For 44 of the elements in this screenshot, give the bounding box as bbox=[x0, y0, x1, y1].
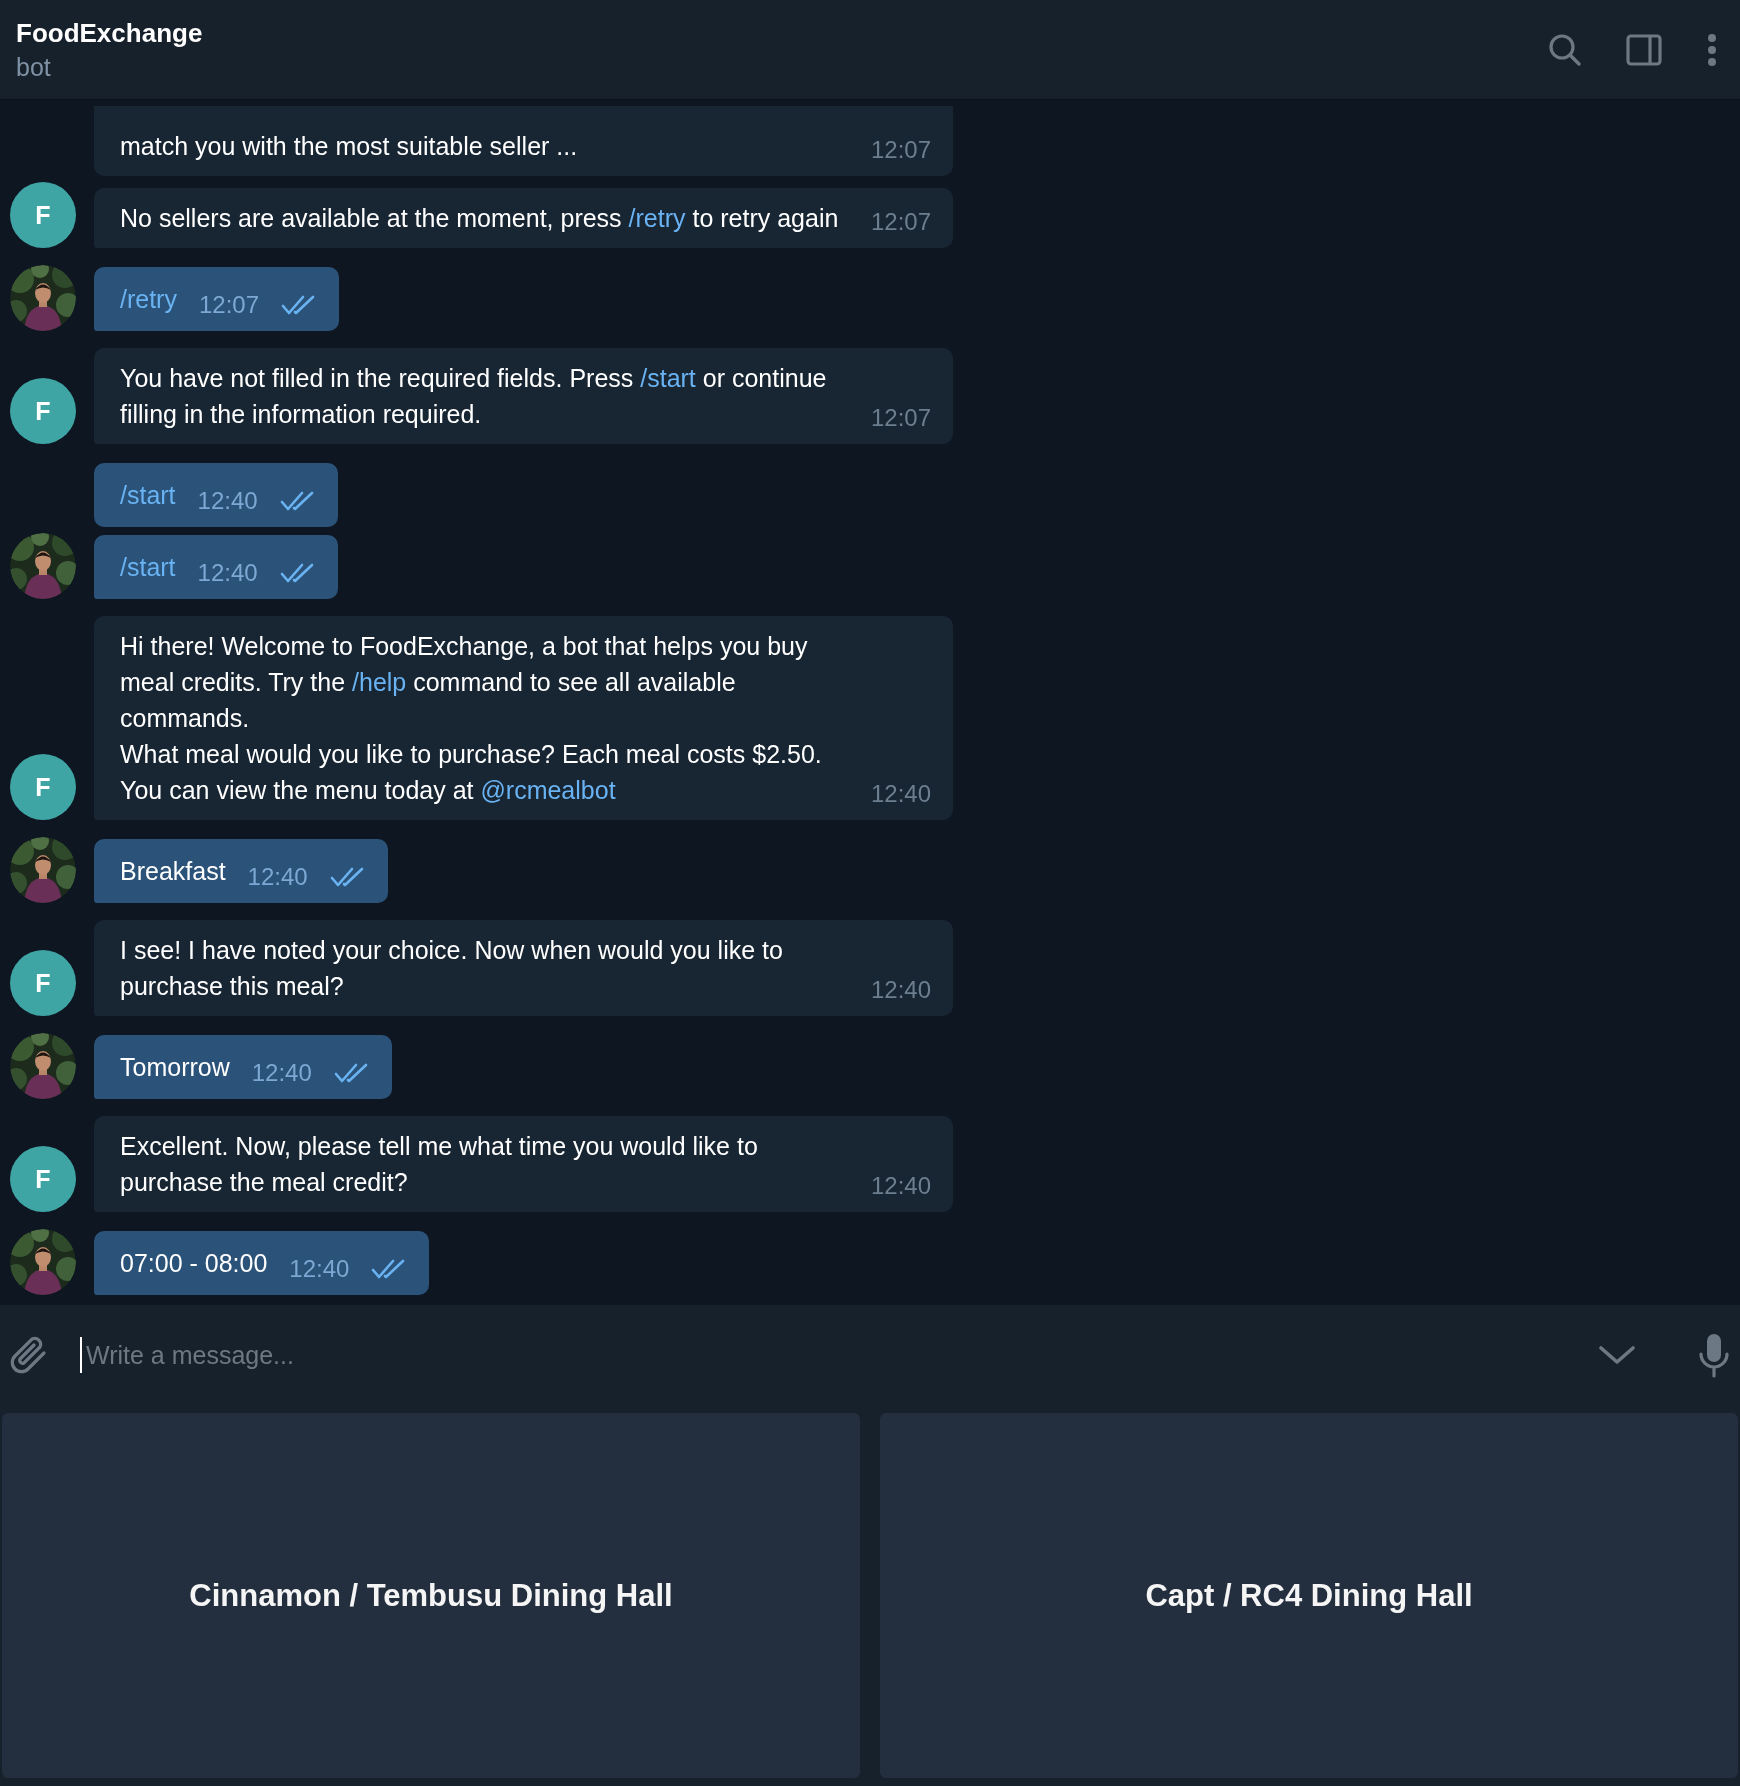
chat-title: FoodExchange bbox=[16, 17, 204, 49]
message-text: Hi there! Welcome to FoodExchange, a bot that helps you buy meal credits. Try the /help command to see all available commands. What meal would you like to purchase? Each meal costs $2.50. You can view the menu today at @rcmealbot bbox=[120, 631, 823, 806]
search-icon[interactable] bbox=[1548, 32, 1582, 67]
message-text: 07:00 - 08:00 bbox=[120, 1248, 268, 1279]
bot-avatar[interactable]: F bbox=[10, 182, 76, 248]
bot-avatar[interactable]: F bbox=[10, 1146, 76, 1212]
message-composer[interactable]: Write a message... bbox=[0, 1305, 1740, 1405]
chevron-down-icon[interactable] bbox=[1598, 1344, 1636, 1366]
command-link[interactable]: /start bbox=[640, 364, 696, 392]
command-link[interactable]: /retry bbox=[628, 204, 686, 232]
message-time: 12:40 bbox=[870, 1171, 931, 1201]
reply-keyboard-button[interactable]: Capt / RC4 Dining Hall bbox=[880, 1413, 1738, 1778]
message-time: 12:40 bbox=[870, 779, 931, 809]
command-link[interactable]: /help bbox=[352, 668, 407, 696]
reply-keyboard-button[interactable]: Cinnamon / Tembusu Dining Hall bbox=[2, 1413, 860, 1778]
command-link[interactable]: /start bbox=[120, 477, 176, 513]
command-link[interactable]: /retry bbox=[120, 281, 177, 317]
message-text: Excellent. Now, please tell me what time you would like to purchase the meal credit? bbox=[120, 1131, 759, 1198]
side-panel-icon[interactable] bbox=[1626, 33, 1662, 66]
message-time: 12:07 bbox=[870, 135, 931, 165]
bot-avatar[interactable]: F bbox=[10, 950, 76, 1016]
message-time: 12:07 bbox=[198, 290, 259, 320]
message-time: 12:40 bbox=[870, 975, 931, 1005]
microphone-icon[interactable] bbox=[1698, 1332, 1730, 1378]
more-options-icon[interactable] bbox=[1706, 32, 1718, 67]
message-time: 12:07 bbox=[870, 207, 931, 237]
command-link[interactable]: @rcmealbot bbox=[480, 776, 616, 804]
message-time: 12:40 bbox=[251, 1058, 312, 1088]
message-text: No sellers are available at the moment, press /retry to retry again bbox=[120, 203, 840, 234]
message-text: Breakfast bbox=[120, 856, 226, 887]
message-time: 12:07 bbox=[870, 403, 931, 433]
message-text: I see! I have noted your choice. Now when would you like to purchase this meal? bbox=[120, 935, 784, 1002]
message-text: Tomorrow bbox=[120, 1052, 230, 1083]
message-text: You have not filled in the required fields. Press /start or continue filling in the information required. bbox=[120, 363, 828, 430]
message-time: 12:40 bbox=[247, 862, 308, 892]
message-text: match you with the most suitable seller ... bbox=[120, 131, 579, 162]
chat-subtitle: bot bbox=[16, 52, 52, 82]
message-time: 12:40 bbox=[289, 1254, 350, 1284]
bot-avatar[interactable]: F bbox=[10, 378, 76, 444]
bot-avatar[interactable]: F bbox=[10, 754, 76, 820]
message-input-field[interactable]: Write a message... bbox=[80, 1337, 1568, 1373]
message-time: 12:40 bbox=[197, 486, 258, 516]
message-time: 12:40 bbox=[197, 558, 258, 588]
command-link[interactable]: /start bbox=[120, 549, 176, 585]
